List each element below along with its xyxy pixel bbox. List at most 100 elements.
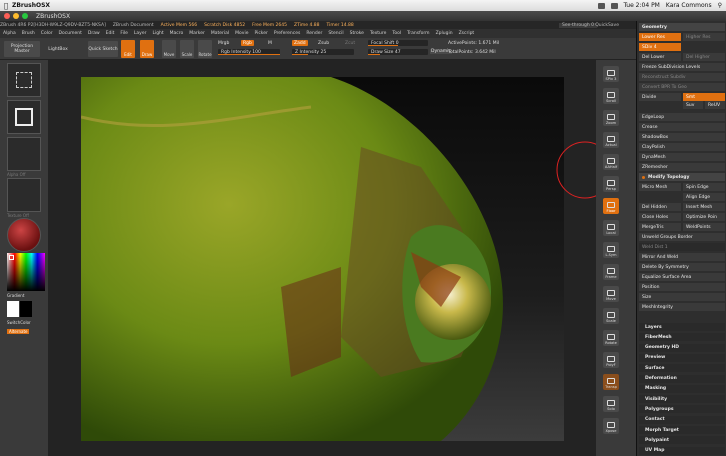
section-uv-map[interactable]: UV Map (639, 446, 725, 455)
unweld-groups-border-button[interactable]: Unweld Groups Border (639, 233, 725, 241)
clock[interactable]: Tue 2:04 PM (624, 2, 660, 9)
edit-mode-button[interactable]: Edit (121, 40, 135, 58)
focal-shift-slider[interactable]: Focal Shift 0 (368, 40, 428, 46)
color-picker[interactable] (7, 253, 45, 291)
shelf-move-button[interactable]: Move (603, 286, 619, 302)
dynamesh-button[interactable]: DynaMesh (639, 153, 725, 161)
shadowbox-button[interactable]: ShadowBox (639, 133, 725, 141)
draw-mode-button[interactable]: Draw (140, 40, 154, 58)
draw-size-slider[interactable]: Draw Size 47 (368, 49, 428, 55)
secondary-color[interactable] (20, 301, 32, 317)
menu-transform[interactable]: Transform (407, 31, 429, 36)
smt-toggle[interactable]: Smt (683, 93, 725, 101)
alternate-button[interactable]: Alternate (7, 329, 30, 334)
claypolish-button[interactable]: ClayPolish (639, 143, 725, 151)
delete-by-symmetry-button[interactable]: Delete By Symmetry (639, 263, 725, 271)
close-holes-button[interactable]: Close Holes (639, 213, 681, 221)
menu-render[interactable]: Render (306, 31, 322, 36)
align-edge-button[interactable]: Align Edge (683, 193, 725, 201)
freeze-subdivision-button[interactable]: Freeze SubDivision Levels (639, 63, 725, 71)
scale-mode-button[interactable]: Scale (180, 40, 194, 58)
shelf-scale-button[interactable]: Scale (603, 308, 619, 324)
section-layers[interactable]: Layers (639, 323, 725, 331)
crease-button[interactable]: Crease (639, 123, 725, 131)
switch-color-button[interactable]: SwitchColor (7, 320, 31, 325)
material-thumbnail[interactable] (7, 218, 41, 252)
menu-draw[interactable]: Draw (88, 31, 100, 36)
edgeloop-button[interactable]: EdgeLoop (639, 113, 725, 121)
app-menu[interactable]: ZBrushOSX (12, 2, 50, 9)
shelf-spix-3-button[interactable]: SPix 3 (603, 66, 619, 82)
menu-macro[interactable]: Macro (170, 31, 184, 36)
shelf-zoom-button[interactable]: Zoom (603, 110, 619, 126)
modify-topology-header[interactable]: Modify Topology (639, 173, 725, 181)
section-contact[interactable]: Contact (639, 415, 725, 424)
projection-master-button[interactable]: Projection Master (4, 41, 40, 57)
menu-color[interactable]: Color (41, 31, 53, 36)
menu-alpha[interactable]: Alpha (3, 31, 16, 36)
weld-points-button[interactable]: WeldPoints (683, 223, 725, 231)
menu-layer[interactable]: Layer (134, 31, 147, 36)
del-lower-button[interactable]: Del Lower (639, 53, 681, 61)
menu-brush[interactable]: Brush (22, 31, 35, 36)
zsub-button[interactable]: Zsub (318, 41, 329, 46)
zadd-button[interactable]: Zadd (292, 40, 308, 46)
menu-stroke[interactable]: Stroke (350, 31, 364, 36)
mrgb-button[interactable]: Mrgb (218, 41, 229, 46)
shelf-transp-button[interactable]: Transp (603, 374, 619, 390)
menu-light[interactable]: Light (152, 31, 163, 36)
menu-picker[interactable]: Picker (254, 31, 267, 36)
position-subpalette[interactable]: Position (639, 283, 725, 291)
reconstruct-subdiv-button[interactable]: Reconstruct Subdiv (639, 73, 725, 81)
section-fibermesh[interactable]: FiberMesh (639, 333, 725, 342)
geometry-header[interactable]: Geometry (639, 23, 725, 31)
apple-menu-icon[interactable]:  (0, 2, 12, 10)
shelf-solo-button[interactable]: Solo (603, 396, 619, 412)
weld-dist-slider[interactable]: Weld Dist 1 (639, 243, 725, 251)
section-morph-target[interactable]: Morph Target (639, 426, 725, 434)
section-deformation[interactable]: Deformation (639, 374, 725, 383)
close-window-button[interactable] (4, 13, 10, 19)
shelf-floor-button[interactable]: Floor (603, 198, 619, 214)
main-color-swatch[interactable] (9, 255, 14, 260)
z-intensity-slider[interactable]: Z Intensity 25 (292, 49, 354, 55)
battery-icon[interactable] (610, 2, 618, 9)
equalize-surface-area-button[interactable]: Equalize Surface Area (639, 273, 725, 281)
sdiv-slider[interactable]: SDiv 4 (639, 43, 681, 51)
zremesher-button[interactable]: ZRemesher (639, 163, 725, 171)
suv-toggle[interactable]: Suv (683, 101, 703, 109)
shelf-frame-button[interactable]: Frame (603, 264, 619, 280)
document-viewport[interactable] (80, 77, 564, 441)
zoom-window-button[interactable] (22, 13, 28, 19)
size-subpalette[interactable]: Size (639, 293, 725, 301)
move-mode-button[interactable]: Move (162, 40, 176, 58)
shelf-actual-button[interactable]: Actual (603, 132, 619, 148)
higher-res-button[interactable]: Higher Res (683, 33, 725, 41)
section-visibility[interactable]: Visibility (639, 395, 725, 404)
minimize-window-button[interactable] (13, 13, 19, 19)
del-hidden-button[interactable]: Del Hidden (639, 203, 681, 211)
section-polypaint[interactable]: Polypaint (639, 436, 725, 445)
menu-preferences[interactable]: Preferences (274, 31, 300, 36)
menu-zplugin[interactable]: Zplugin (436, 31, 453, 36)
m-button[interactable]: M (268, 41, 272, 46)
section-geometry-hd[interactable]: Geometry HD (639, 343, 725, 352)
shelf-aahalf-button[interactable]: AAHalf (603, 154, 619, 170)
alpha-thumbnail[interactable] (7, 137, 41, 171)
menu-zscript[interactable]: Zscript (459, 31, 475, 36)
menu-edit[interactable]: Edit (106, 31, 115, 36)
zcut-button[interactable]: Zcut (345, 41, 355, 46)
reuv-toggle[interactable]: ReUV (705, 101, 725, 109)
menu-stencil[interactable]: Stencil (328, 31, 343, 36)
lightbox-button[interactable]: LightBox (42, 41, 74, 57)
menu-marker[interactable]: Marker (189, 31, 205, 36)
stroke-thumbnail[interactable] (7, 100, 41, 134)
rgb-button[interactable]: Rgb (241, 40, 254, 46)
menu-document[interactable]: Document (59, 31, 82, 36)
shelf-xpose-button[interactable]: Xpose (603, 418, 619, 434)
menu-file[interactable]: File (120, 31, 128, 36)
divide-button[interactable]: Divide (639, 93, 681, 101)
section-polygroups[interactable]: Polygroups (639, 405, 725, 414)
search-icon[interactable]: ⚲ (718, 2, 722, 9)
convert-bpr-button[interactable]: Convert BPR To Geo (639, 83, 725, 91)
